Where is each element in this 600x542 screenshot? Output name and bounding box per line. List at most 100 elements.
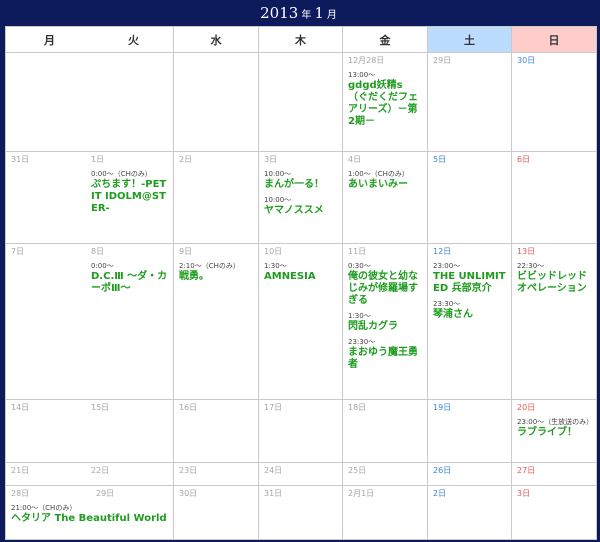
day-cell[interactable] xyxy=(258,52,343,153)
header-sat: 土 xyxy=(427,25,512,54)
program-time: 23:00～ xyxy=(433,261,461,270)
day-cell[interactable]: 31日 xyxy=(258,484,343,541)
day-cell-tue[interactable]: 1日 0:00～（CHのみ） ぷちます！-PETIT IDOLM@STER- xyxy=(86,153,173,222)
weekday-header-row: 月 火 水 木 金 土 日 xyxy=(5,25,597,54)
day-cell-mon[interactable]: 7日 xyxy=(7,244,87,300)
day-cell[interactable]: 3日 xyxy=(511,484,597,541)
mon-tue-wrap: 28日 21:00～（CHのみ） ヘタリア The Beautiful World 2… xyxy=(7,486,173,530)
mon-tue-wrap: 31日 1日 0:00～（CHのみ） ぷちます！-PETIT IDOLM@STER- xyxy=(7,153,173,222)
program-entry[interactable]: 22:30～ ビビッドレッド オペレーション xyxy=(517,261,591,295)
week-row: 7日 8日 0:00～ D.C.Ⅲ ～ダ・カーポⅢ～ 9日 2:10～（CHのみ） 戦勇。 1… xyxy=(5,242,597,401)
day-cell[interactable]: 19日 xyxy=(427,399,512,463)
day-cell-mon-tue[interactable]: 14日 15日 xyxy=(5,399,174,463)
day-cell[interactable]: 16日 xyxy=(173,399,259,463)
program-title-link[interactable]: gdgd妖精s（ぐだくだフェアリーズ）－第2期－ xyxy=(348,80,422,128)
day-cell[interactable]: 4日 1:00～（CHのみ） あいまいみー xyxy=(342,151,428,244)
mon-tue-wrap: 21日 22日 xyxy=(7,463,173,482)
cell-content: 13日 22:30～ ビビッドレッド オペレーション xyxy=(513,244,596,300)
year-text: 2013 xyxy=(260,4,299,22)
cell-content: 24日 xyxy=(260,463,342,482)
program-title-link[interactable]: ラブライブ！ xyxy=(517,427,591,439)
day-number: 31日 xyxy=(264,488,283,498)
program-title-link[interactable]: THE UNLIMITED 兵部京介 xyxy=(433,271,506,295)
day-number: 2月1日 xyxy=(348,488,375,498)
day-cell[interactable]: 5日 xyxy=(427,151,512,244)
program-title-link[interactable]: あいまいみー xyxy=(348,179,422,191)
program-title-link[interactable]: AMNESIA xyxy=(264,271,337,283)
day-number: 5日 xyxy=(433,155,447,165)
program-title-link[interactable]: 琴浦さん xyxy=(433,309,506,321)
day-cell[interactable]: 26日 xyxy=(427,461,512,486)
day-cell[interactable]: 24日 xyxy=(258,461,343,486)
day-cell-mon[interactable]: 28日 21:00～（CHのみ） ヘタリア The Beautiful World xyxy=(7,486,173,530)
day-number: 2日 xyxy=(179,155,193,165)
program-title-link[interactable]: D.C.Ⅲ ～ダ・カーポⅢ～ xyxy=(91,271,168,295)
day-cell[interactable]: 9日 2:10～（CHのみ） 戦勇。 xyxy=(173,242,259,401)
program-title-link[interactable]: ビビッドレッド オペレーション xyxy=(517,271,591,295)
day-cell[interactable]: 13日 22:30～ ビビッドレッド オペレーション xyxy=(511,242,597,401)
program-time: 0:00～（CHのみ） xyxy=(91,170,152,179)
day-cell[interactable]: 20日 23:00～（生放送のみ） ラブライブ！ xyxy=(511,399,597,463)
day-cell-mon-tue[interactable]: 7日 8日 0:00～ D.C.Ⅲ ～ダ・カーポⅢ～ xyxy=(5,242,174,401)
day-cell[interactable] xyxy=(173,52,259,153)
day-number: 13日 xyxy=(517,246,536,256)
day-cell[interactable]: 2日 xyxy=(173,151,259,244)
program-title-link[interactable]: ぷちます！-PETIT IDOLM@STER- xyxy=(91,179,168,215)
day-cell-tue[interactable]: 15日 xyxy=(86,401,173,420)
program-entry[interactable]: 23:00～ THE UNLIMITED 兵部京介 xyxy=(433,261,506,295)
day-cell[interactable]: 18日 xyxy=(342,399,428,463)
day-cell-tue[interactable]: 22日 xyxy=(86,463,173,482)
day-cell[interactable]: 17日 xyxy=(258,399,343,463)
day-cell[interactable]: 2月1日 xyxy=(342,484,428,541)
program-entry[interactable]: 23:30～ 琴浦さん xyxy=(433,299,506,321)
calendar-grid: 月 火 水 木 金 土 日 12月28日 13:00～ gdgd妖精s（ぐだくだフェ… xyxy=(5,25,597,541)
program-entry[interactable]: 10:00～ まんが一る！ xyxy=(264,169,337,191)
header-tue: 火 xyxy=(128,33,139,47)
cell-content: 23日 xyxy=(175,463,258,482)
program-title-link[interactable]: まおゆう魔王勇者 xyxy=(348,347,422,371)
program-entry[interactable]: 2:10～（CHのみ） 戦勇。 xyxy=(179,261,253,283)
day-cell[interactable]: 23日 xyxy=(173,461,259,486)
program-title-link[interactable]: まんが一る！ xyxy=(264,179,337,191)
program-title-link[interactable]: ヤマノススメ xyxy=(264,205,337,217)
program-entry[interactable]: 0:00～ D.C.Ⅲ ～ダ・カーポⅢ～ xyxy=(91,261,168,295)
day-cell[interactable]: 29日 xyxy=(427,52,512,153)
day-cell-mon-tue xyxy=(5,52,174,153)
program-title-link[interactable]: 俺の彼女と幼なじみが修羅場すぎる xyxy=(348,271,422,307)
program-entry[interactable]: 0:30～ 俺の彼女と幼なじみが修羅場すぎる xyxy=(348,261,422,307)
day-cell[interactable]: 3日 10:00～ まんが一る！ 10:00～ ヤマノススメ xyxy=(258,151,343,244)
day-cell[interactable]: 30日 xyxy=(173,484,259,541)
program-time: 10:00～ xyxy=(264,196,292,205)
day-cell-mon-tue[interactable]: 21日 22日 xyxy=(5,461,174,486)
day-cell-mon-tue[interactable]: 31日 1日 0:00～（CHのみ） ぷちます！-PETIT IDOLM@STER- xyxy=(5,151,174,244)
day-cell-mon[interactable]: 31日 xyxy=(7,153,87,222)
cell-content: 29日 xyxy=(429,54,511,72)
day-cell[interactable]: 11日 0:30～ 俺の彼女と幼なじみが修羅場すぎる 1:30～ 閃乱カグラ 23:30～… xyxy=(342,242,428,401)
day-cell[interactable]: 12月28日 13:00～ gdgd妖精s（ぐだくだフェアリーズ）－第2期－ xyxy=(342,52,428,153)
day-cell[interactable]: 25日 xyxy=(342,461,428,486)
day-cell[interactable]: 12日 23:00～ THE UNLIMITED 兵部京介 23:30～ 琴浦さん xyxy=(427,242,512,401)
program-entry[interactable]: 13:00～ gdgd妖精s（ぐだくだフェアリーズ）－第2期－ xyxy=(348,70,422,128)
day-cell-tue[interactable]: 8日 0:00～ D.C.Ⅲ ～ダ・カーポⅢ～ xyxy=(86,244,173,300)
program-entry[interactable]: 23:00～（生放送のみ） ラブライブ！ xyxy=(517,417,593,439)
day-cell-mon-tue[interactable]: 28日 21:00～（CHのみ） ヘタリア The Beautiful World 2… xyxy=(5,484,174,541)
day-cell[interactable]: 27日 xyxy=(511,461,597,486)
program-entry[interactable]: 1:30～ AMNESIA xyxy=(264,261,337,283)
program-entry[interactable]: 1:00～（CHのみ） あいまいみー xyxy=(348,169,422,191)
program-entry[interactable]: 21:00～（CHのみ） ヘタリア The Beautiful World xyxy=(11,503,168,525)
program-entry[interactable]: 10:00～ ヤマノススメ xyxy=(264,195,337,217)
day-cell[interactable]: 10日 1:30～ AMNESIA xyxy=(258,242,343,401)
program-entry[interactable]: 0:00～（CHのみ） ぷちます！-PETIT IDOLM@STER- xyxy=(91,169,168,215)
day-cell-mon[interactable]: 21日 xyxy=(7,463,87,482)
day-number: 4日 xyxy=(348,155,362,165)
program-entry[interactable]: 1:30～ 閃乱カグラ xyxy=(348,311,422,333)
program-title-link[interactable]: 戦勇。 xyxy=(179,271,253,283)
program-title-link[interactable]: ヘタリア The Beautiful World xyxy=(11,513,168,525)
day-cell[interactable]: 6日 xyxy=(511,151,597,244)
program-title-link[interactable]: 閃乱カグラ xyxy=(348,321,422,333)
program-entry[interactable]: 23:30～ まおゆう魔王勇者 xyxy=(348,337,422,371)
cell-content: 26日 xyxy=(429,463,511,482)
day-cell-mon[interactable]: 14日 xyxy=(7,401,87,420)
day-cell[interactable]: 2日 xyxy=(427,484,512,541)
day-cell[interactable]: 30日 xyxy=(511,52,597,153)
